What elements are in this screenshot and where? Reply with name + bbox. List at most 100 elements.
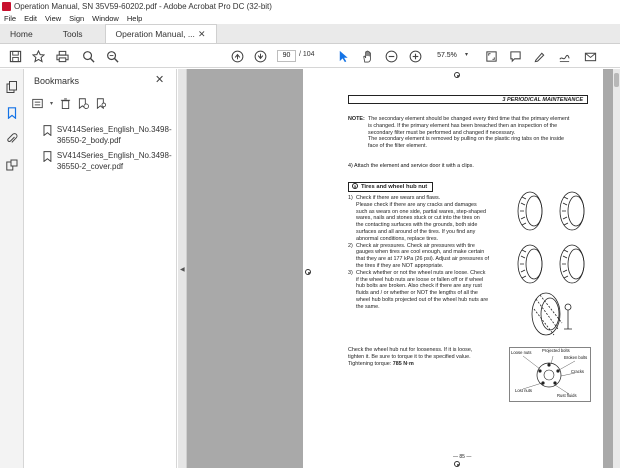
zoom-out-icon[interactable] bbox=[384, 49, 398, 63]
steps-list: 1) Check if there are wears and flaws. P… bbox=[348, 195, 503, 311]
next-page-icon[interactable] bbox=[253, 49, 267, 63]
bookmark-item[interactable]: SV414Series_English_No.3498-36550-2_body… bbox=[43, 124, 173, 146]
save-icon[interactable] bbox=[8, 49, 22, 63]
label-rust-fluids: Rust fluids bbox=[557, 393, 577, 398]
tab-document-label: Operation Manual, ... bbox=[115, 29, 195, 39]
attachment-icon[interactable] bbox=[5, 132, 19, 146]
tab-home-label: Home bbox=[10, 28, 33, 39]
zoom-level-field[interactable]: 57.5% bbox=[430, 50, 464, 62]
find-bookmark-icon[interactable] bbox=[95, 97, 108, 110]
step-line: wheel hub bolts projected out of the whe… bbox=[356, 296, 489, 303]
note-block: NOTE: The secondary element should be ch… bbox=[348, 116, 593, 150]
menu-view[interactable]: View bbox=[45, 14, 61, 23]
note-line: face of the filter element. bbox=[368, 143, 428, 150]
navigation-rail bbox=[0, 69, 24, 468]
options-dropdown-icon[interactable]: ▾ bbox=[49, 97, 54, 110]
label-cracks: Cracks bbox=[571, 369, 585, 374]
zoom-in-icon[interactable] bbox=[408, 49, 422, 63]
window-title: Operation Manual, SN 35V59-60202.pdf - A… bbox=[14, 1, 272, 11]
zoom-marquee-icon[interactable] bbox=[105, 49, 119, 63]
copy-pages-icon[interactable] bbox=[5, 80, 19, 94]
page-total: / 104 bbox=[299, 51, 315, 58]
bookmark-item[interactable]: SV414Series_English_No.3498-36550-2_cove… bbox=[43, 150, 173, 172]
step-line: that they are at 177 kPa (26 psi). Adjus… bbox=[356, 256, 490, 263]
layers-icon[interactable] bbox=[5, 158, 19, 172]
menu-sign[interactable]: Sign bbox=[69, 14, 84, 23]
tab-tools[interactable]: Tools bbox=[53, 24, 93, 43]
tab-document[interactable]: Operation Manual, ... ✕ bbox=[104, 24, 217, 43]
step-item: 1) Check if there are wears and flaws. P… bbox=[348, 195, 503, 243]
wheel-hub-diagram: Loose nuts Projected bolts Broken bolts … bbox=[509, 347, 591, 402]
vertical-scrollbar[interactable] bbox=[613, 69, 620, 468]
registration-mark-icon bbox=[454, 72, 460, 78]
step-4-text: 4) Attach the element and service door i… bbox=[348, 163, 474, 169]
delete-bookmark-icon[interactable] bbox=[59, 97, 72, 110]
menu-file[interactable]: File bbox=[4, 14, 16, 23]
fit-page-icon[interactable] bbox=[484, 49, 498, 63]
options-menu-icon[interactable] bbox=[31, 97, 44, 110]
check-line: Check the wheel hub nut for looseness. I… bbox=[348, 347, 473, 353]
step-number: 2) bbox=[348, 242, 353, 249]
scrollbar-thumb[interactable] bbox=[614, 73, 619, 87]
bookmark-icon bbox=[43, 151, 52, 162]
main-toolbar: 90 / 104 57.5% ▾ bbox=[0, 44, 620, 68]
star-icon[interactable] bbox=[31, 49, 45, 63]
registration-mark-icon bbox=[454, 461, 460, 467]
check-line: tighten it. Be sure to torque it to the … bbox=[348, 353, 471, 360]
step-line: abnormal conditions, replace tires. bbox=[356, 235, 439, 242]
menu-edit[interactable]: Edit bbox=[24, 14, 37, 23]
subsection-header: 5 Tires and wheel hub nut bbox=[348, 182, 433, 192]
bookmark-icon[interactable] bbox=[5, 106, 19, 120]
page-number-input[interactable]: 90 bbox=[277, 50, 296, 62]
label-lost-nuts: Lost nuts bbox=[515, 388, 532, 393]
step-number: 1) bbox=[348, 195, 353, 201]
share-mail-icon[interactable] bbox=[583, 49, 597, 63]
step-line: hub bolts are broken. Also check if ther… bbox=[356, 283, 482, 290]
tire-illustrations bbox=[517, 191, 585, 336]
bookmarks-title: Bookmarks bbox=[34, 76, 80, 86]
step-line: the contacting surfaces with the grounds… bbox=[356, 222, 478, 229]
step-item: 2) Check air pressures. Check air pressu… bbox=[348, 243, 503, 270]
label-loose-nuts: Loose nuts bbox=[511, 350, 532, 355]
search-icon[interactable] bbox=[81, 49, 95, 63]
step-line: gauges when tires are cool enough, and m… bbox=[356, 249, 485, 256]
bookmarks-toolbar: ▾ bbox=[31, 97, 108, 110]
note-line: The secondary element is removed by pull… bbox=[368, 136, 564, 143]
hand-tool-icon[interactable] bbox=[360, 49, 374, 63]
step-line: if the wheel hub nuts are loose or falle… bbox=[356, 276, 484, 283]
registration-mark-icon bbox=[305, 269, 311, 275]
tab-home[interactable]: Home bbox=[0, 24, 43, 43]
note-line: is changed. If the primary element has b… bbox=[368, 122, 558, 129]
bookmarks-panel: Bookmarks ✕ ▾ SV414Series_English_No.349… bbox=[25, 69, 177, 468]
step-line: such as wears on one side, partial wares… bbox=[356, 208, 487, 215]
check-paragraph: Check the wheel hub nut for looseness. I… bbox=[348, 347, 508, 367]
new-bookmark-icon[interactable] bbox=[77, 97, 90, 110]
print-icon[interactable] bbox=[55, 49, 69, 63]
fill-sign-icon[interactable] bbox=[557, 49, 571, 63]
menu-help[interactable]: Help bbox=[127, 14, 142, 23]
highlight-pen-icon[interactable] bbox=[532, 49, 546, 63]
close-tab-icon[interactable]: ✕ bbox=[198, 29, 206, 40]
step-number: 3) bbox=[348, 269, 353, 276]
torque-value: 785 N·m bbox=[392, 360, 414, 367]
step-line: the same. bbox=[356, 303, 380, 310]
acrobat-app-icon bbox=[2, 1, 11, 11]
step-line: Check if there are wears and flaws. bbox=[356, 195, 441, 201]
step-line: Check whether or not the wheel nuts are … bbox=[356, 269, 486, 276]
menu-window[interactable]: Window bbox=[92, 14, 119, 23]
check-line: Tightening torque: bbox=[348, 360, 393, 367]
zoom-dropdown-icon[interactable]: ▾ bbox=[465, 51, 468, 58]
subsection-title: Tires and wheel hub nut bbox=[361, 184, 428, 190]
close-panel-icon[interactable]: ✕ bbox=[155, 73, 164, 86]
collapse-arrow-icon[interactable]: ◀ bbox=[180, 266, 185, 273]
label-projected-bolts: Projected bolts bbox=[542, 348, 570, 353]
page-footer-number: — 85 — bbox=[453, 454, 472, 460]
prev-page-icon[interactable] bbox=[230, 49, 244, 63]
panel-collapse-strip[interactable]: ◀ bbox=[178, 69, 187, 468]
step-line: Check air pressures. Check air pressures… bbox=[356, 242, 475, 249]
select-cursor-icon[interactable] bbox=[336, 49, 350, 63]
step-line: wares, nails and stones stuck or cut int… bbox=[356, 215, 480, 222]
menu-bar: File Edit View Sign Window Help bbox=[0, 12, 620, 24]
comment-icon[interactable] bbox=[508, 49, 522, 63]
document-viewer[interactable]: 3 PERIODICAL MAINTENANCE NOTE: The secon… bbox=[187, 69, 620, 468]
